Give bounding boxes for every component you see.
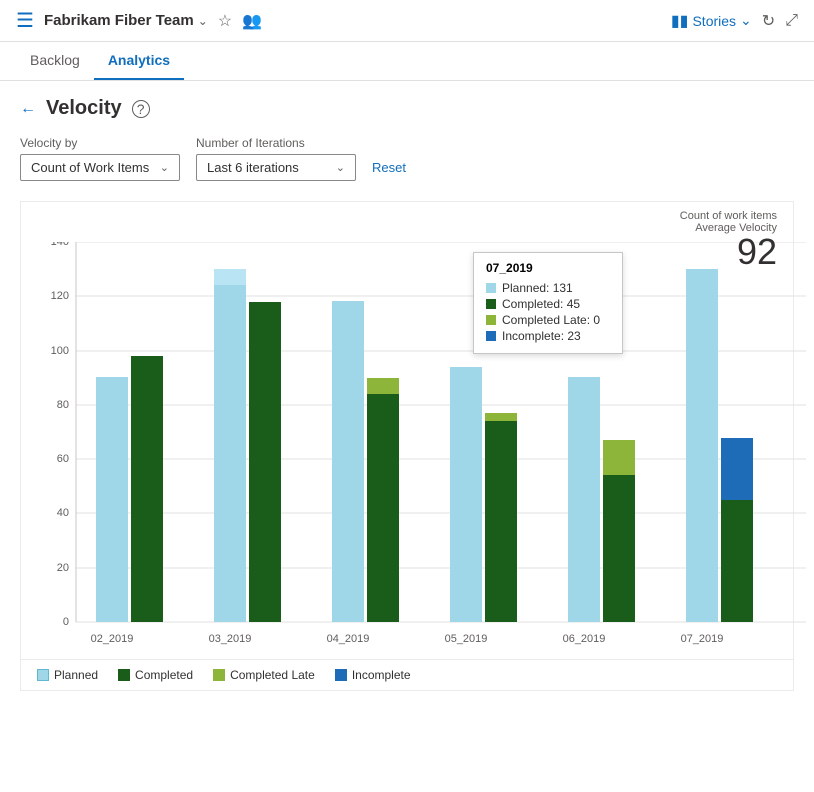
svg-text:100: 100	[51, 345, 69, 357]
favorite-star-icon[interactable]: ☆	[218, 11, 232, 31]
count-label: Count of work items	[680, 210, 777, 222]
iterations-chevron-icon: ⌄	[336, 161, 345, 174]
help-icon[interactable]: ?	[132, 100, 150, 118]
iterations-label: Number of Iterations	[196, 136, 356, 150]
tooltip-incomplete-color	[486, 331, 496, 341]
svg-text:120: 120	[51, 290, 69, 302]
bar-05-completed	[485, 421, 517, 622]
team-members-icon[interactable]: 👥	[242, 11, 262, 31]
chart-legend: Planned Completed Completed Late Incompl…	[21, 659, 793, 690]
legend-incomplete: Incomplete	[335, 668, 411, 682]
svg-text:40: 40	[57, 507, 69, 519]
bar-04-completed-late	[367, 378, 399, 394]
tooltip-planned-row: Planned: 131	[486, 281, 610, 295]
bar-05-completed-late	[485, 413, 517, 421]
svg-text:0: 0	[63, 616, 69, 628]
bar-04-planned	[332, 301, 364, 622]
velocity-chart: Count of work items Average Velocity 92 …	[20, 201, 794, 691]
velocity-by-label: Velocity by	[20, 136, 180, 150]
tooltip-completed-row: Completed: 45	[486, 297, 610, 311]
iterations-filter: Number of Iterations Last 6 iterations ⌄	[196, 136, 356, 181]
legend-completed: Completed	[118, 668, 193, 682]
velocity-by-chevron-icon: ⌄	[160, 161, 169, 174]
back-arrow-icon[interactable]: ←	[20, 100, 36, 118]
bar-05-planned	[450, 367, 482, 622]
legend-completed-late-label: Completed Late	[230, 668, 315, 682]
chart-svg: 0 20 40 60 80 100 120 140	[31, 242, 814, 682]
reset-button[interactable]: Reset	[372, 160, 406, 175]
refresh-icon[interactable]: ↻	[762, 11, 775, 31]
tab-backlog[interactable]: Backlog	[16, 42, 94, 80]
iterations-value: Last 6 iterations	[207, 160, 299, 175]
svg-text:140: 140	[51, 242, 69, 248]
bar-02-completed	[131, 356, 163, 622]
tooltip-title: 07_2019	[486, 261, 610, 275]
header-right-actions: ▮▮ Stories ⌄ ↻ ⤢	[671, 11, 798, 31]
bar-02-planned	[96, 377, 128, 622]
expand-icon[interactable]: ⤢	[785, 12, 798, 30]
avg-velocity-value: 92	[737, 231, 777, 272]
tooltip-incomplete-value: Incomplete: 23	[502, 329, 581, 343]
page-content: ← Velocity ? Velocity by Count of Work I…	[0, 81, 814, 707]
bar-06-completed	[603, 475, 635, 622]
velocity-by-dropdown[interactable]: Count of Work Items ⌄	[20, 154, 180, 181]
bar-03-planned-top	[214, 269, 246, 285]
team-chevron-icon[interactable]: ⌄	[198, 14, 208, 28]
svg-text:60: 60	[57, 453, 69, 465]
tooltip-completed-color	[486, 299, 496, 309]
x-label-07: 07_2019	[681, 633, 724, 645]
bar-04-completed	[367, 394, 399, 622]
tab-analytics[interactable]: Analytics	[94, 42, 184, 80]
chart-tooltip: 07_2019 Planned: 131 Completed: 45 Compl…	[473, 252, 623, 354]
tooltip-completed-late-value: Completed Late: 0	[502, 313, 600, 327]
stories-chevron-icon: ⌄	[740, 12, 752, 29]
legend-completed-late: Completed Late	[213, 668, 315, 682]
x-label-04: 04_2019	[327, 633, 370, 645]
team-name: Fabrikam Fiber Team	[44, 12, 194, 29]
legend-incomplete-color	[335, 669, 347, 681]
x-label-06: 06_2019	[563, 633, 606, 645]
filters-bar: Velocity by Count of Work Items ⌄ Number…	[20, 136, 794, 181]
tooltip-incomplete-row: Incomplete: 23	[486, 329, 610, 343]
bar-03-completed	[249, 302, 281, 622]
legend-completed-label: Completed	[135, 668, 193, 682]
velocity-by-filter: Velocity by Count of Work Items ⌄	[20, 136, 180, 181]
x-label-02: 02_2019	[91, 633, 134, 645]
bar-06-completed-late	[603, 440, 635, 475]
stories-icon: ▮▮	[671, 11, 689, 31]
x-label-03: 03_2019	[209, 633, 252, 645]
legend-incomplete-label: Incomplete	[352, 668, 411, 682]
bar-06-planned	[568, 377, 600, 622]
x-label-05: 05_2019	[445, 633, 488, 645]
legend-completed-color	[118, 669, 130, 681]
svg-text:80: 80	[57, 399, 69, 411]
tooltip-completed-value: Completed: 45	[502, 297, 580, 311]
legend-planned: Planned	[37, 668, 98, 682]
legend-completed-late-color	[213, 669, 225, 681]
svg-text:20: 20	[57, 562, 69, 574]
app-header: ☰ Fabrikam Fiber Team ⌄ ☆ 👥 ▮▮ Stories ⌄…	[0, 0, 814, 42]
iterations-dropdown[interactable]: Last 6 iterations ⌄	[196, 154, 356, 181]
navigation-tabs: Backlog Analytics	[0, 42, 814, 81]
bar-07-incomplete	[721, 438, 753, 500]
legend-planned-label: Planned	[54, 668, 98, 682]
bar-03-planned	[214, 269, 246, 622]
stories-dropdown-button[interactable]: ▮▮ Stories ⌄	[671, 11, 752, 31]
bar-07-completed	[721, 500, 753, 622]
velocity-by-value: Count of Work Items	[31, 160, 149, 175]
tooltip-completed-late-row: Completed Late: 0	[486, 313, 610, 327]
bar-07-planned	[686, 269, 718, 622]
tooltip-planned-value: Planned: 131	[502, 281, 573, 295]
app-logo-icon: ☰	[16, 8, 34, 33]
page-title: Velocity	[46, 97, 122, 120]
tooltip-completed-late-color	[486, 315, 496, 325]
stories-label: Stories	[692, 13, 736, 29]
legend-planned-color	[37, 669, 49, 681]
page-header: ← Velocity ?	[20, 97, 794, 120]
velocity-stat: Count of work items Average Velocity 92	[680, 210, 777, 270]
tooltip-planned-color	[486, 283, 496, 293]
